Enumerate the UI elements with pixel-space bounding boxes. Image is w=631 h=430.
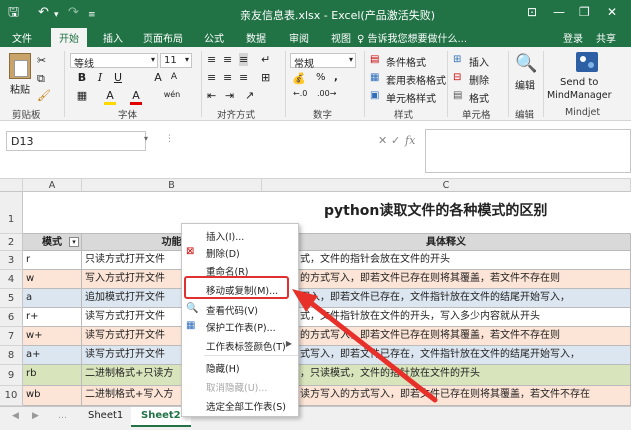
annotation-arrow [292,289,438,403]
excel-window: 🖫 ↶ ▾ ↷ ≡ 亲友信息表.xlsx - Excel(产品激活失败) ⊡ —… [0,0,631,430]
